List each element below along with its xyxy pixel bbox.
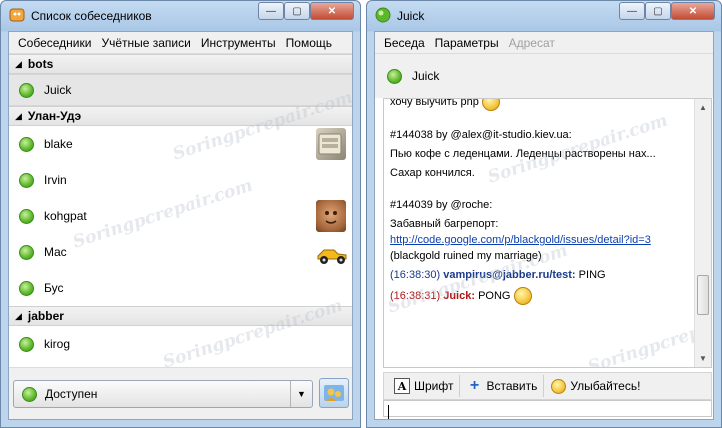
contact-name: kohgpat — [44, 209, 87, 223]
contact-item[interactable]: Juick — [9, 74, 352, 106]
maximize-button[interactable]: ▢ — [284, 2, 310, 20]
message-timestamp: (16:38:30) — [390, 269, 441, 281]
menu-parameters[interactable]: Параметры — [430, 36, 504, 50]
message-text: Пью кофе с леденцами. Леденцы растворены… — [390, 148, 656, 160]
online-status-icon — [19, 244, 34, 260]
message-text: хочу выучить php — [390, 99, 693, 111]
insert-button[interactable]: + Вставить — [460, 375, 545, 397]
online-status-icon — [387, 68, 402, 84]
keyboard-avatar — [316, 128, 346, 160]
contact-name: Irvin — [44, 173, 67, 187]
close-button[interactable]: ✕ — [310, 2, 354, 20]
roster-title: Список собеседников — [31, 9, 152, 23]
message-body: PING — [578, 269, 606, 281]
post-header: #144039 by @roche: — [390, 199, 493, 211]
contact-item[interactable]: blake — [9, 126, 352, 162]
plus-icon: + — [469, 377, 480, 394]
outgoing-message: (16:38:30) vampirus@jabber.ru/test: PING — [390, 267, 693, 283]
chat-title: Juick — [397, 9, 425, 23]
online-status-icon — [19, 336, 34, 352]
bugreport-link[interactable]: http://code.google.com/p/blackgold/issue… — [390, 234, 651, 246]
user-settings-button[interactable] — [319, 378, 349, 408]
online-status-icon — [19, 208, 34, 224]
app-icon — [9, 7, 25, 23]
message-text: Сахар кончился. — [390, 167, 475, 179]
smiley-icon — [513, 287, 532, 305]
chevron-down-icon[interactable]: ▼ — [290, 381, 312, 407]
contact-name: Juick — [44, 83, 72, 97]
chat-titlebar[interactable]: Juick — ▢ ✕ — [367, 1, 721, 31]
contact-item[interactable]: Irvin — [9, 162, 352, 198]
text-caret — [388, 405, 389, 419]
online-status-icon — [19, 82, 34, 98]
racecar-avatar — [316, 236, 347, 268]
status-bar: Доступен ▼ — [9, 367, 352, 419]
contact-item[interactable]: kirog — [9, 326, 352, 362]
sender-nick: Juick: — [443, 289, 476, 302]
scroll-up-icon[interactable]: ▲ — [695, 99, 711, 116]
log-scrollbar[interactable]: ▲ ▼ — [694, 99, 711, 367]
collapse-arrow-icon: ◢ — [15, 310, 22, 321]
face-avatar — [316, 200, 346, 232]
chat-menubar: Беседа Параметры Адресат — [375, 32, 713, 54]
contact-name: blake — [44, 137, 73, 151]
roster-menubar: Собеседники Учётные записи Инструменты П… — [9, 32, 352, 54]
maximize-button[interactable]: ▢ — [645, 2, 671, 20]
scroll-thumb[interactable] — [697, 275, 709, 315]
users-icon — [324, 385, 344, 401]
message-toolbar: A Шрифт + Вставить Улыбайтесь! — [383, 372, 712, 400]
incoming-message: (16:38:31) Juick: PONG — [390, 287, 693, 305]
message-input[interactable] — [383, 400, 712, 419]
online-status-icon — [19, 280, 34, 296]
chat-window: Juick — ▢ ✕ Беседа Параметры Адресат Jui… — [366, 0, 722, 428]
contact-item[interactable]: kohgpat — [9, 198, 352, 234]
collapse-arrow-icon: ◢ — [15, 58, 22, 69]
online-status-icon — [19, 172, 34, 188]
post-header: #144038 by @alex@it-studio.kiev.ua: — [390, 129, 572, 141]
online-status-icon — [19, 136, 34, 152]
contact-list: ◢ bots Juick ◢ Улан-Удэ blake Irvin kohg… — [9, 54, 355, 373]
menu-contacts[interactable]: Собеседники — [13, 36, 96, 50]
online-status-icon — [375, 7, 391, 23]
message-text: Забавный багрепорт: http://code.google.c… — [390, 218, 651, 262]
minimize-button[interactable]: — — [258, 2, 284, 20]
menu-help[interactable]: Помощь — [281, 36, 337, 50]
menu-recipient: Адресат — [508, 35, 555, 50]
font-button[interactable]: A Шрифт — [388, 375, 461, 397]
menu-accounts[interactable]: Учётные записи — [96, 36, 195, 50]
group-header-ulan-ude[interactable]: ◢ Улан-Удэ — [9, 106, 352, 126]
online-status-icon — [22, 386, 37, 402]
sender-nick: vampirus@jabber.ru/test: — [443, 269, 576, 281]
message-body: PONG — [478, 289, 511, 302]
chat-contact-header: Juick — [375, 54, 713, 98]
minimize-button[interactable]: — — [619, 2, 645, 20]
status-selector[interactable]: Доступен ▼ — [13, 380, 313, 408]
contact-name: kirog — [44, 337, 71, 351]
chat-contact-name: Juick — [412, 69, 440, 83]
smile-button[interactable]: Улыбайтесь! — [544, 375, 646, 397]
menu-tools[interactable]: Инструменты — [196, 36, 281, 50]
contact-name: Бус — [44, 281, 64, 295]
roster-titlebar[interactable]: Список собеседников — ▢ ✕ — [1, 1, 360, 31]
scroll-down-icon[interactable]: ▼ — [695, 350, 711, 367]
close-button[interactable]: ✕ — [671, 2, 715, 20]
contact-item[interactable]: Mac — [9, 234, 352, 270]
font-icon: A — [394, 378, 410, 394]
menu-conversation[interactable]: Беседа — [379, 36, 430, 50]
status-label: Доступен — [45, 387, 98, 401]
smiley-icon — [550, 378, 566, 394]
group-header-jabber[interactable]: ◢ jabber — [9, 306, 352, 326]
roster-window: Список собеседников — ▢ ✕ Собеседники Уч… — [0, 0, 361, 428]
contact-item[interactable]: Бус — [9, 270, 352, 306]
collapse-arrow-icon: ◢ — [15, 110, 22, 121]
message-log[interactable]: хочу выучить php #144038 by @alex@it-stu… — [383, 98, 712, 368]
contact-name: Mac — [44, 245, 67, 259]
smiley-icon — [481, 99, 500, 111]
message-timestamp: (16:38:31) — [390, 289, 441, 302]
group-header-bots[interactable]: ◢ bots — [9, 54, 352, 74]
